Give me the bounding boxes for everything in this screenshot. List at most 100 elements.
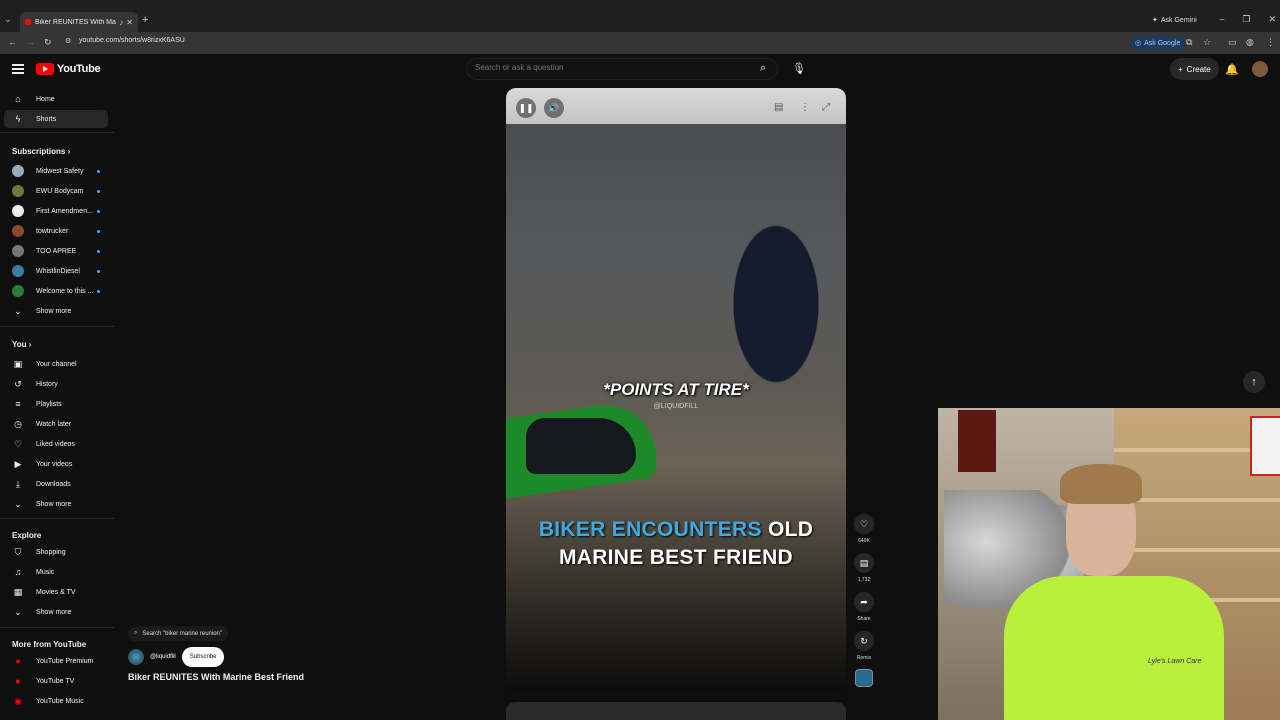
new-content-dot [97,290,100,293]
short-title[interactable]: Biker REUNITES With Marine Best Friend [128,672,304,682]
chevron-down-icon: ⌄ [14,498,22,509]
create-button[interactable]: + Create [1170,58,1219,80]
scroll-up-icon[interactable]: ↑ [1243,371,1265,393]
sidebar-subscription-1[interactable]: EWU Bodycam [4,182,108,200]
sidebar-item-watch-later[interactable]: ◷ Watch later [4,415,108,433]
channel-avatar[interactable] [128,649,144,665]
install-app-icon[interactable]: ⧉ [1186,37,1192,48]
like-action[interactable]: ♡ 649K [853,514,875,544]
heart-icon[interactable]: ♡ [854,514,874,534]
sidebar-item-playlists[interactable]: ≡ Playlists [4,395,108,413]
bookmark-star-icon[interactable]: ☆ [1203,37,1211,48]
subscriptions-heading-label: Subscriptions [12,147,66,156]
you-heading[interactable]: You › [12,340,31,349]
volume-icon[interactable]: 🔊 [544,98,564,118]
youtube-logo[interactable]: YouTube [36,63,101,75]
extensions-icon[interactable]: ▭ [1228,37,1237,48]
show-more-button-2[interactable]: ⌄ Show more [4,495,108,513]
comment-action[interactable]: ▤ 1,732 [853,553,875,583]
search-input[interactable] [475,63,745,72]
captions-icon[interactable]: ▤ [774,102,783,113]
back-icon[interactable]: ← [8,37,17,47]
url-field[interactable]: youtube.com/shorts/w8rizxK6ASU [79,37,185,44]
create-label: Create [1186,64,1211,74]
comment-icon[interactable]: ▤ [854,553,874,573]
minimize-icon[interactable]: – [1219,14,1224,25]
explore-heading[interactable]: Explore [12,531,41,540]
tab-search-icon[interactable]: ⌄ [4,14,16,28]
webcam-overlay: Lyle's Lawn Care [938,408,1280,720]
sidebar-item-your-videos[interactable]: ▶ Your videos [4,455,108,473]
remix-action[interactable]: ↻ Remix [853,631,875,661]
sidebar-item-youtube-tv[interactable]: ● YouTube TV [4,672,108,690]
share-icon[interactable]: ➦ [854,592,874,612]
profile-icon[interactable]: ◍ [1246,37,1254,48]
hamburger-menu-icon[interactable] [12,64,24,74]
browser-menu-icon[interactable]: ⋮ [1266,37,1275,48]
new-tab-button[interactable]: + [142,14,148,26]
microphone-icon[interactable]: 🎙 [792,62,806,75]
show-more-label: Show more [36,608,72,616]
video-motorcycle-seat [526,418,636,474]
subscribe-button[interactable]: Subscribe [181,647,225,667]
forward-icon[interactable]: → [26,37,35,47]
maximize-icon[interactable]: ❐ [1242,14,1250,25]
related-search-chip[interactable]: ⌕ Search "biker marine reunion" [128,626,229,641]
new-content-dot [97,190,100,193]
channel-icon: ▣ [13,358,23,369]
more-from-youtube-heading[interactable]: More from YouTube [12,640,86,649]
avatar[interactable] [1252,61,1268,77]
notifications-bell-icon[interactable]: 🔔 [1225,63,1239,76]
channel-thumbnail[interactable] [855,669,873,687]
shorts-player[interactable]: ❚❚ 🔊 ▤ ⋮ ⤢ *POINTS AT TIRE* @LIQUIDFILL … [506,88,846,692]
sidebar-item-home[interactable]: ⌂ Home [4,90,108,108]
sidebar-subscription-3-label: towtrucker [36,227,69,235]
sidebar-subscription-6[interactable]: Welcome to this ... [4,282,108,300]
sidebar-item-shorts[interactable]: ϟ Shorts [4,110,108,128]
close-window-icon[interactable]: ✕ [1268,14,1276,25]
sidebar-item-movies[interactable]: ▦ Movies & TV [4,583,108,601]
sidebar-item-playlists-label: Playlists [36,400,62,408]
sidebar-item-history[interactable]: ↺ History [4,375,108,393]
sidebar-divider [0,518,114,519]
sidebar-subscription-3[interactable]: towtrucker [4,222,108,240]
sidebar-item-youtube-music[interactable]: ◉ YouTube Music [4,692,108,710]
fullscreen-icon[interactable]: ⤢ [822,102,830,113]
sidebar-item-movies-label: Movies & TV [36,588,76,596]
channel-avatar [12,285,24,297]
search-box [466,58,778,80]
share-action[interactable]: ➦ Share [853,592,875,622]
site-info-icon[interactable]: ⚙ [65,37,71,45]
sidebar-subscription-2[interactable]: First Amendmen... [4,202,108,220]
reload-icon[interactable]: ↻ [44,37,52,48]
channel-name[interactable]: @liquidfill [150,654,176,660]
sidebar-item-channel[interactable]: ▣ Your channel [4,355,108,373]
sidebar-item-download[interactable]: ⤓ Downloads [4,475,108,493]
ask-google-label: Ask Google [1144,39,1181,47]
search-icon[interactable]: ⌕ [760,62,766,75]
sidebar-subscription-4[interactable]: TOO APREE [4,242,108,260]
ask-google-button[interactable]: ◎ Ask Google [1130,36,1186,50]
browser-tab[interactable]: Biker REUNITES With Marin ♪ ✕ [20,12,138,32]
sidebar-subscription-6-label: Welcome to this ... [36,287,94,295]
tab-audio-icon[interactable]: ♪ [119,18,123,27]
next-short-preview[interactable] [506,702,846,720]
remix-icon[interactable]: ↻ [854,631,874,651]
sidebar-item-like[interactable]: ♡ Liked videos [4,435,108,453]
sidebar-item-music[interactable]: ♫ Music [4,563,108,581]
sidebar-subscription-5[interactable]: WhistlinDiesel [4,262,108,280]
gemini-icon: ✦ [1152,17,1158,24]
sidebar-item-like-label: Liked videos [36,440,75,448]
sidebar-item-youtube-premium[interactable]: ● YouTube Premium [4,652,108,670]
channel-avatar [12,265,24,277]
like-count: 649K [858,538,870,544]
sidebar-item-shopping[interactable]: ⛉ Shopping [4,543,108,561]
subscriptions-heading[interactable]: Subscriptions › [12,147,70,156]
ask-gemini-button[interactable]: ✦ Ask Gemini [1152,16,1197,25]
show-more-button-3[interactable]: ⌄ Show more [4,603,108,621]
pause-icon[interactable]: ❚❚ [516,98,536,118]
more-options-icon[interactable]: ⋮ [800,102,810,113]
sidebar-subscription-0[interactable]: Midwest Safety [4,162,108,180]
close-tab-icon[interactable]: ✕ [126,18,133,27]
show-more-button-1[interactable]: ⌄ Show more [4,302,108,320]
